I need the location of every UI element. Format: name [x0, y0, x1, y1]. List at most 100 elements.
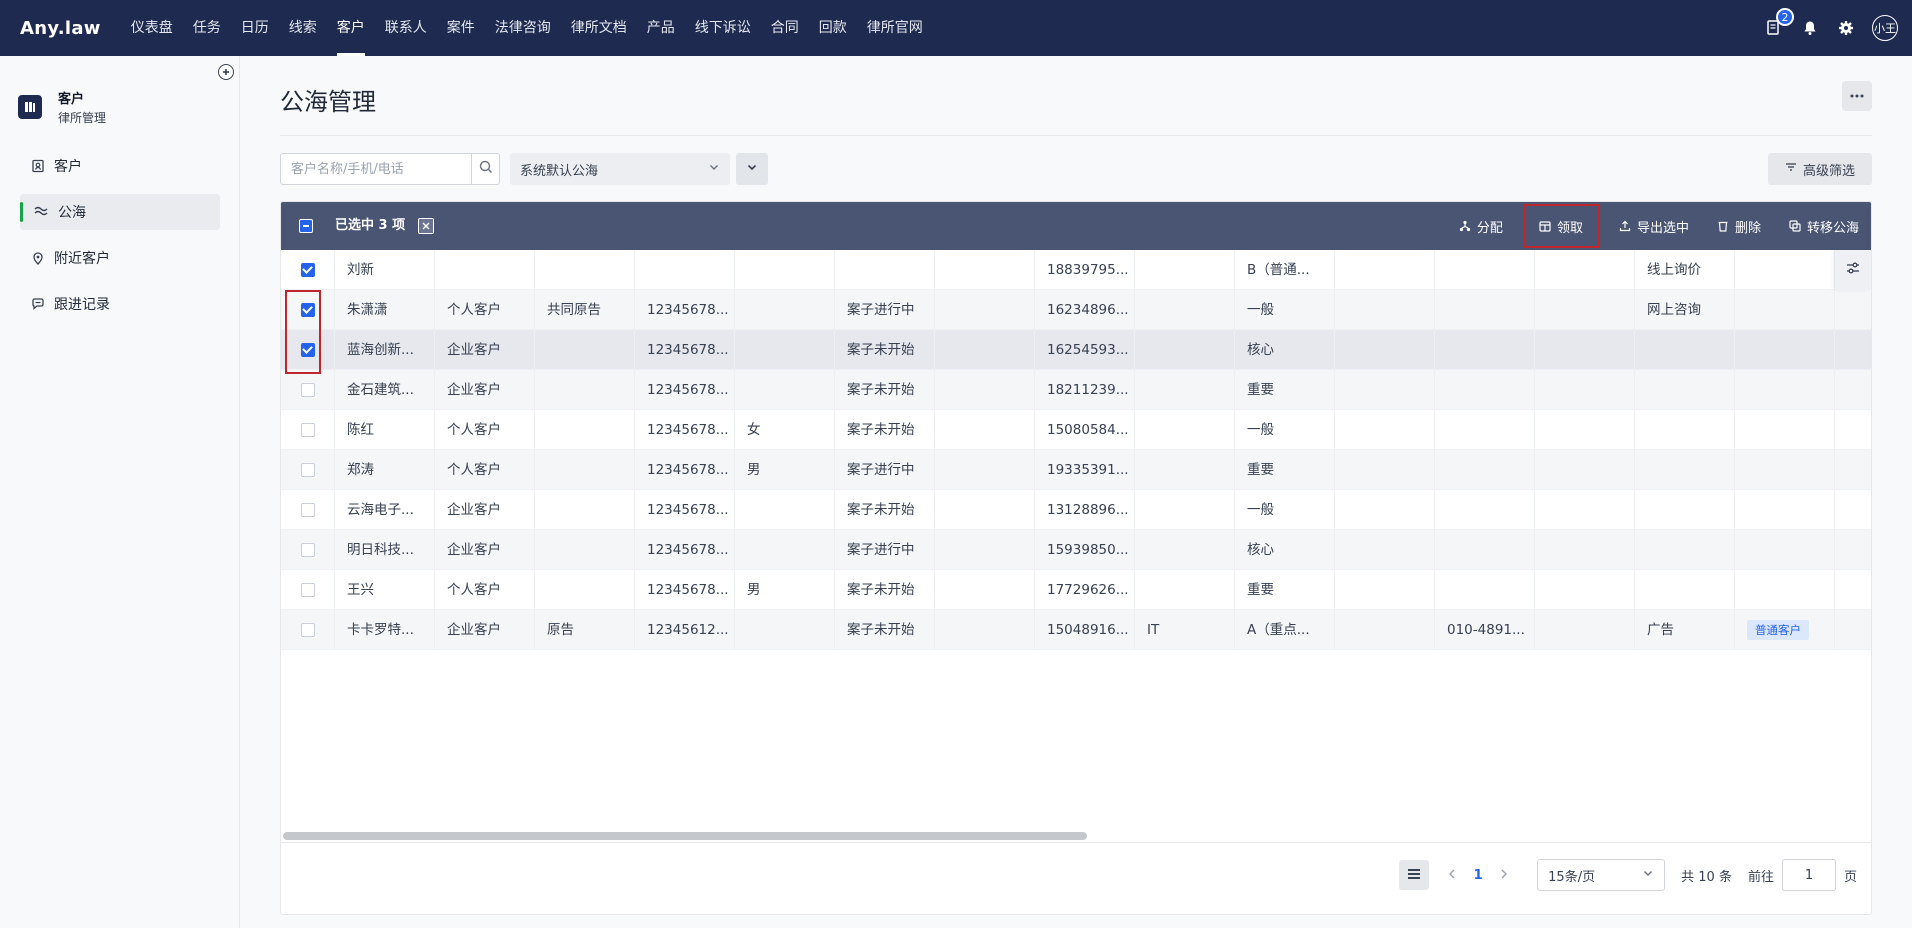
- row-checkbox[interactable]: [300, 463, 315, 477]
- bell-icon[interactable]: [1800, 18, 1820, 38]
- table-row[interactable]: 郑涛 个人客户 12345678... 男案子进行中 19335391... 重要: [281, 450, 1871, 490]
- row-checkbox[interactable]: [300, 383, 315, 397]
- horizontal-scrollbar[interactable]: [281, 830, 1871, 842]
- table-cell: 12345678...: [635, 530, 735, 570]
- table-cell: 15080584...: [1035, 410, 1135, 450]
- chevron-down-icon: [746, 161, 758, 177]
- sidebar-item[interactable]: 附近客户: [20, 240, 220, 276]
- table-cell: [1635, 450, 1735, 490]
- table-row[interactable]: 刘新 18839795... B（普通... 线上询价: [281, 250, 1871, 290]
- table-cell: [735, 250, 835, 290]
- nav-item[interactable]: 律所官网: [857, 0, 933, 56]
- sidebar-item[interactable]: 跟进记录: [20, 286, 220, 322]
- table-cell: [1335, 250, 1435, 290]
- table-cell: [935, 530, 1035, 570]
- sidebar-item-label: 跟进记录: [54, 297, 110, 313]
- nav-item[interactable]: 联系人: [375, 0, 437, 56]
- table-cell: [935, 410, 1035, 450]
- table-row[interactable]: 朱潇潇 个人客户 共同原告 12345678... 案子进行中 16234896... 一般…: [281, 290, 1871, 330]
- row-checkbox[interactable]: [300, 263, 315, 277]
- horizontal-scrollbar-thumb[interactable]: [283, 832, 1087, 840]
- table-cell: [535, 410, 635, 450]
- sea-pool-select[interactable]: 系统默认公海: [510, 153, 730, 185]
- table-cell: 企业客户: [435, 370, 535, 410]
- row-checkbox[interactable]: [300, 423, 315, 437]
- nav-item[interactable]: 合同: [761, 0, 809, 56]
- nav-item[interactable]: 日历: [231, 0, 279, 56]
- pagination: 1 15条/页 共 10 条 前往 页: [1399, 859, 1857, 891]
- page-unit-label: 页: [1843, 869, 1857, 885]
- nav-item[interactable]: 案件: [437, 0, 485, 56]
- sidebar-item[interactable]: 客户: [20, 148, 220, 184]
- user-avatar[interactable]: 小王: [1872, 15, 1898, 41]
- table-cell: [1535, 410, 1635, 450]
- table-row[interactable]: 王兴 个人客户 12345678... 男案子未开始 17729626... 重要: [281, 570, 1871, 610]
- table-cell: [1635, 490, 1735, 530]
- notification-list-icon[interactable]: 2: [1764, 8, 1794, 38]
- nav-item[interactable]: 回款: [809, 0, 857, 56]
- table-cell: 重要: [1235, 370, 1335, 410]
- nav-item[interactable]: 法律咨询: [485, 0, 561, 56]
- search-input[interactable]: [281, 154, 471, 184]
- sidebar-item[interactable]: 公海: [20, 194, 220, 230]
- nav-item[interactable]: 线索: [279, 0, 327, 56]
- bulk-action-button[interactable]: 导出选中: [1605, 204, 1703, 248]
- table-cell: 16254593...: [1035, 330, 1135, 370]
- page-title: 公海管理: [280, 88, 376, 116]
- current-page-number[interactable]: 1: [1463, 868, 1493, 883]
- nav-item[interactable]: 任务: [183, 0, 231, 56]
- gear-icon[interactable]: [1836, 18, 1856, 38]
- filter-icon: [1785, 161, 1797, 177]
- app-logo[interactable]: Any.law: [20, 18, 101, 39]
- table-cell: [935, 370, 1035, 410]
- table-row[interactable]: 蓝海创新... 企业客户 12345678... 案子未开始 16254593... 核心: [281, 330, 1871, 370]
- table-cell: [1635, 370, 1735, 410]
- table-row[interactable]: 卡卡罗特... 企业客户 原告 12345612... 案子未开始 15048916...…: [281, 610, 1871, 650]
- table-cell: 广告: [1635, 610, 1735, 650]
- row-checkbox[interactable]: [300, 583, 315, 597]
- table-cell: 案子进行中: [835, 290, 935, 330]
- search-button[interactable]: [471, 154, 499, 184]
- table-row[interactable]: 云海电子... 企业客户 12345678... 案子未开始 13128896... 一般: [281, 490, 1871, 530]
- table-cell: [1435, 330, 1535, 370]
- bulk-action-button[interactable]: 领取: [1522, 204, 1599, 248]
- nav-item[interactable]: 客户: [327, 0, 375, 56]
- table-cell: [1635, 410, 1735, 450]
- column-settings-button[interactable]: [1835, 250, 1871, 290]
- table-cell: 个人客户: [435, 570, 535, 610]
- table-cell: 12345678...: [635, 290, 735, 330]
- advanced-filter-button[interactable]: 高级筛选: [1768, 153, 1872, 185]
- table-row[interactable]: 陈红 个人客户 12345678... 女案子未开始 15080584... 一般: [281, 410, 1871, 450]
- table-cell: [1735, 410, 1835, 450]
- table-cell: [1735, 450, 1835, 490]
- row-checkbox[interactable]: [300, 543, 315, 557]
- next-page-button[interactable]: [1493, 868, 1515, 883]
- main-content: 公海管理 系统默认公海 高级筛选 已选中 3 项: [240, 56, 1912, 928]
- table-cell: [1335, 610, 1435, 650]
- bulk-action-button[interactable]: 删除: [1703, 204, 1775, 248]
- more-options-button[interactable]: [1842, 81, 1872, 111]
- row-checkbox[interactable]: [300, 503, 315, 517]
- table-row[interactable]: 金石建筑... 企业客户 12345678... 案子未开始 18211239... 重要: [281, 370, 1871, 410]
- page-list-toggle-button[interactable]: [1399, 860, 1430, 890]
- page-size-select[interactable]: 15条/页: [1537, 859, 1666, 891]
- bulk-action-button[interactable]: 转移公海: [1775, 204, 1871, 248]
- table-row[interactable]: 明日科技... 企业客户 12345678... 案子进行中 15939850... 核心: [281, 530, 1871, 570]
- table-cell: 案子未开始: [835, 610, 935, 650]
- table-cell: 17729626...: [1035, 570, 1135, 610]
- nav-item[interactable]: 律所文档: [561, 0, 637, 56]
- goto-page-input[interactable]: [1781, 859, 1836, 891]
- nav-item[interactable]: 线下诉讼: [685, 0, 761, 56]
- prev-page-button[interactable]: [1441, 868, 1463, 883]
- row-checkbox[interactable]: [300, 623, 315, 637]
- table-cell: 云海电子...: [335, 490, 435, 530]
- sidebar-collapse-button[interactable]: [218, 64, 234, 80]
- nav-item[interactable]: 产品: [637, 0, 685, 56]
- nav-item[interactable]: 仪表盘: [121, 0, 183, 56]
- select-all-checkbox[interactable]: [299, 219, 313, 233]
- bulk-action-button[interactable]: 分配: [1445, 204, 1517, 248]
- clear-selection-button[interactable]: [418, 218, 434, 234]
- table-cell: [535, 490, 635, 530]
- expand-filter-button[interactable]: [736, 153, 768, 185]
- table-cell: 卡卡罗特...: [335, 610, 435, 650]
